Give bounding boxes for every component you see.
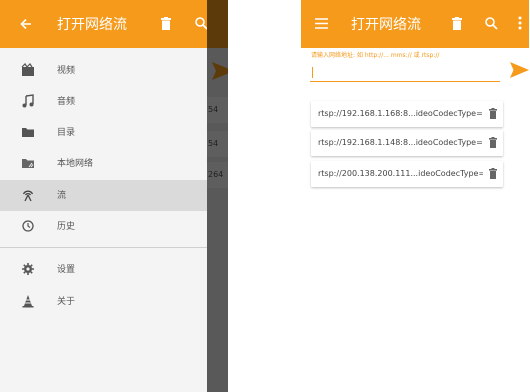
app-bar: 打开网络流 (301, 0, 529, 48)
delete-icon[interactable] (489, 168, 497, 179)
video-icon (21, 63, 34, 76)
menu-item-audio[interactable]: 音频 (0, 86, 207, 117)
delete-icon[interactable] (489, 137, 497, 148)
menu-item-local-network[interactable]: 本地网络 (0, 148, 207, 179)
send-icon[interactable] (510, 62, 529, 78)
stream-history-row[interactable]: rtsp://200.138.200.111...ideoCodecType=H… (311, 161, 503, 187)
left-screen: 54 54 264 打开网络流 视频 (0, 0, 228, 392)
page-title: 打开网络流 (57, 17, 127, 33)
stream-antenna-icon (22, 190, 34, 202)
menu-item-stream[interactable]: 流 (0, 180, 207, 211)
search-icon[interactable] (485, 17, 498, 30)
delete-icon[interactable] (489, 108, 497, 119)
navigation-drawer: 打开网络流 视频 音频 目录 本地网络 流 历史 设置 关于 (0, 0, 207, 392)
menu-icon[interactable] (315, 18, 328, 29)
url-input[interactable] (310, 64, 500, 82)
back-arrow-icon[interactable] (20, 18, 32, 30)
page-title: 打开网络流 (351, 17, 421, 33)
url-input-hint: 请输入网络地址: 如 http://... mms:// 或 rtsp:// (311, 52, 440, 59)
menu-item-about[interactable]: 关于 (0, 286, 207, 317)
stream-history-row[interactable]: rtsp://192.168.1.168:8...ideoCodecType=H… (311, 101, 503, 127)
search-icon[interactable] (195, 17, 207, 30)
overflow-menu-icon[interactable] (518, 16, 522, 30)
menu-item-directory[interactable]: 目录 (0, 117, 207, 148)
drawer-header: 打开网络流 (0, 0, 207, 48)
cone-icon (22, 295, 34, 308)
menu-item-history[interactable]: 历史 (0, 211, 207, 242)
trash-icon[interactable] (161, 17, 171, 30)
menu-item-video[interactable]: 视频 (0, 55, 207, 86)
network-folder-icon (22, 159, 34, 168)
music-note-icon (22, 94, 34, 108)
trash-icon[interactable] (452, 17, 462, 30)
text-caret (312, 67, 313, 78)
menu-divider (0, 247, 207, 248)
menu-item-settings[interactable]: 设置 (0, 254, 207, 285)
folder-icon (22, 128, 34, 137)
right-screen: 打开网络流 请输入网络地址: 如 http://... mms:// 或 rts… (301, 0, 529, 392)
history-icon (22, 220, 34, 232)
gear-icon (22, 263, 34, 275)
stream-history-row[interactable]: rtsp://192.168.1.148:8...ideoCodecType=H… (311, 130, 503, 156)
